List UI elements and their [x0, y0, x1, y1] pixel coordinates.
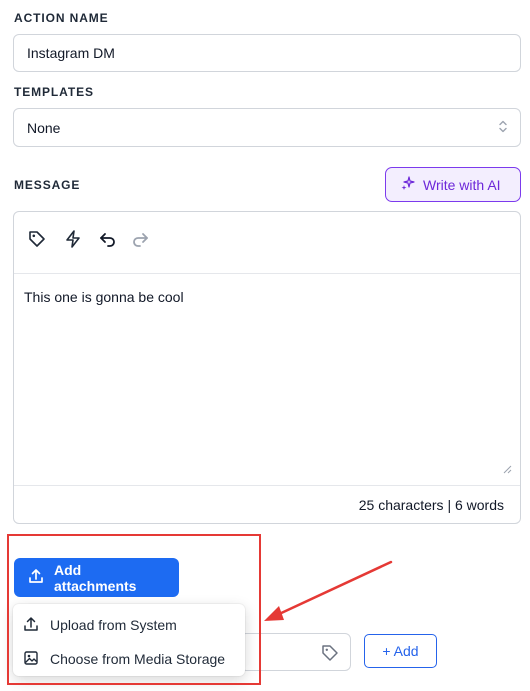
lightning-icon[interactable]: [62, 228, 84, 250]
annotation-highlight-box: [7, 534, 261, 685]
action-name-label: ACTION NAME: [14, 11, 109, 25]
character-word-counter: 25 characters | 6 words: [358, 497, 504, 513]
templates-select[interactable]: None: [13, 108, 521, 147]
add-tag-button[interactable]: + Add: [364, 634, 437, 668]
message-text[interactable]: This one is gonna be cool: [24, 289, 184, 305]
sparkles-icon: [400, 175, 416, 194]
action-name-value: Instagram DM: [27, 45, 115, 61]
tag-icon[interactable]: [26, 228, 48, 250]
message-label: MESSAGE: [14, 178, 81, 192]
message-editor[interactable]: This one is gonna be cool 25 characters …: [13, 211, 521, 524]
write-with-ai-button[interactable]: Write with AI: [385, 167, 521, 202]
editor-toolbar: [14, 212, 520, 274]
templates-selected-value: None: [27, 119, 61, 136]
templates-label: TEMPLATES: [14, 85, 94, 99]
chevron-updown-icon: [498, 118, 508, 137]
annotation-arrow-icon: [264, 560, 393, 621]
tag-icon: [320, 643, 340, 666]
resize-handle-icon[interactable]: [502, 461, 512, 479]
write-with-ai-label: Write with AI: [423, 176, 501, 193]
redo-icon[interactable]: [129, 228, 151, 250]
action-name-input[interactable]: Instagram DM: [13, 34, 521, 72]
undo-icon[interactable]: [97, 228, 119, 250]
editor-footer: 25 characters | 6 words: [14, 485, 520, 523]
